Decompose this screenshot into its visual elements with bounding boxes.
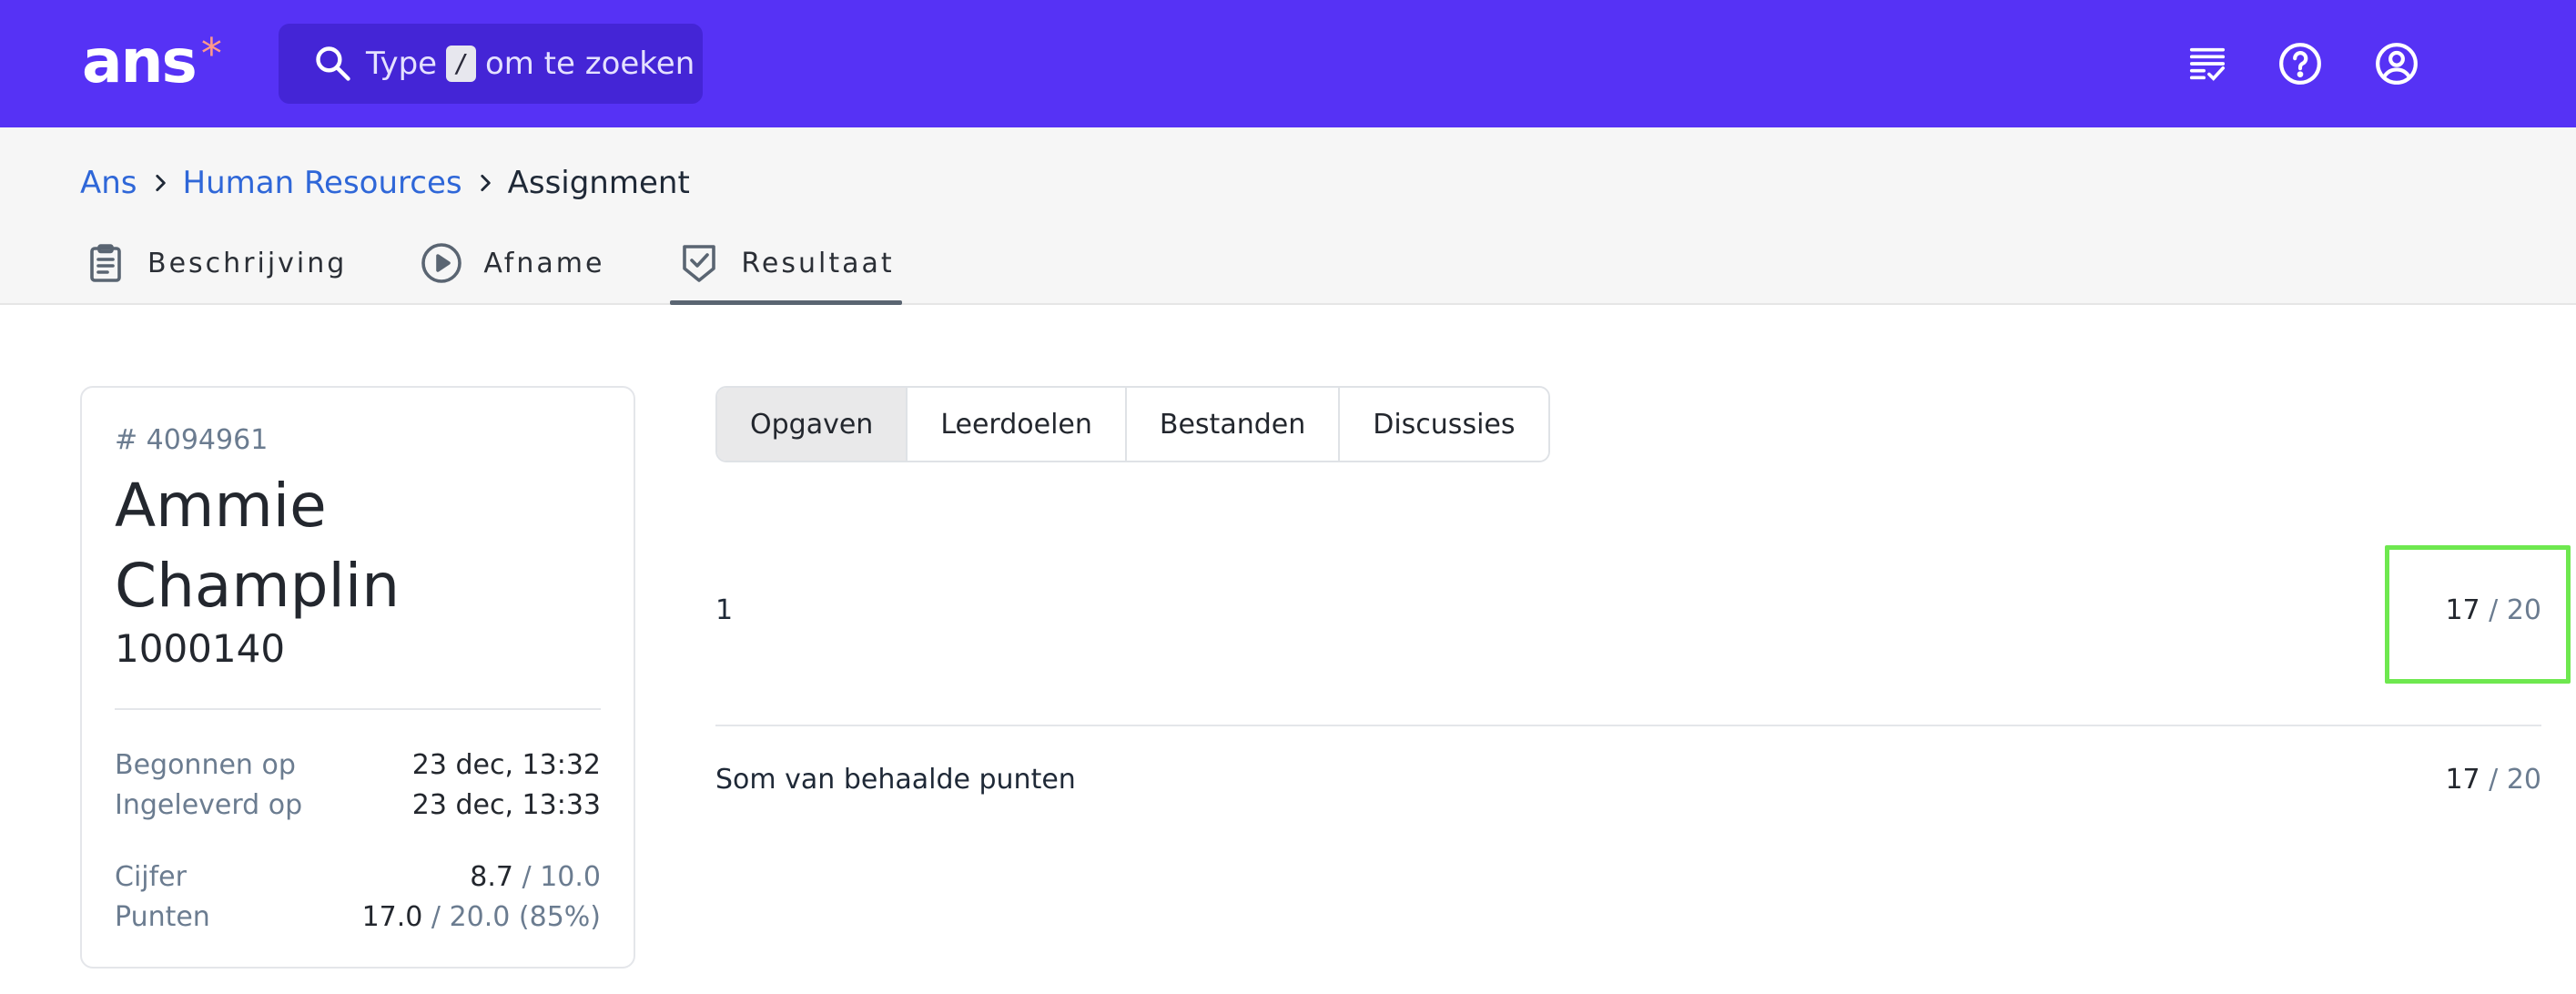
search-placeholder-prefix: Type [366,46,438,82]
submitted-label: Ingeleverd op [115,788,303,821]
tab-afname-label: Afname [483,247,605,279]
student-id: # 4094961 [115,424,269,456]
search-box[interactable]: Type / om te zoeken [279,24,703,104]
points-value: 17.0 [361,900,423,933]
started-row: Begonnen op 23 dec, 13:32 [115,745,601,785]
tab-leerdoelen[interactable]: Leerdoelen [908,388,1127,461]
grade-label: Cijfer [115,860,187,893]
total-label: Som van behaalde punten [715,763,1076,796]
tab-bestanden[interactable]: Bestanden [1126,388,1341,461]
total-score: 17 [2445,763,2480,796]
points-row: Punten 17.0 / 20.0 (85%) [115,897,601,937]
breadcrumb: Ans Human Resources Assignment [80,160,690,206]
card-divider [115,708,601,710]
breadcrumb-human-resources[interactable]: Human Resources [183,165,462,201]
points-label: Punten [115,900,210,933]
assignment-nav: Beschrijving Afname Resultaat [80,235,964,305]
total-score-group: 17 / 20 [2445,764,2541,796]
task-list-icon[interactable] [2180,36,2235,91]
shield-check-icon [683,245,716,282]
results-divider [715,725,2541,726]
tab-resultaat[interactable]: Resultaat [670,235,902,305]
tab-beschrijving[interactable]: Beschrijving [80,235,350,291]
clipboard-icon [90,244,121,282]
top-bar: ans * Type / om te zoeken [0,0,2576,127]
tab-beschrijving-label: Beschrijving [147,247,348,279]
points-value-group: 17.0 / 20.0 (85%) [362,901,601,933]
tab-opgaven[interactable]: Opgaven [717,388,908,461]
submitted-value: 23 dec, 13:33 [411,788,601,821]
student-name: Ammie Champlin [115,471,401,621]
score-highlight [2385,545,2571,684]
total-max: / 20 [2489,763,2541,796]
submitted-row: Ingeleverd op 23 dec, 13:33 [115,785,601,825]
points-max: / 20.0 (85%) [431,900,601,933]
breadcrumb-assignment: Assignment [507,165,690,201]
grade-value: 8.7 [470,860,513,893]
search-placeholder-suffix: om te zoeken [484,46,695,82]
question-number: 1 [715,593,734,626]
ans-logo[interactable]: ans * [82,25,222,98]
student-card: # 4094961 Ammie Champlin 1000140 Begonne… [80,386,635,969]
logo-text: ans [82,26,198,96]
search-icon [316,46,350,81]
grade-value-group: 8.7 / 10.0 [470,861,601,893]
tab-resultaat-label: Resultaat [741,247,895,279]
logo-star: * [200,29,222,78]
tab-afname[interactable]: Afname [416,235,608,291]
started-value: 23 dec, 13:32 [411,748,601,781]
breadcrumb-ans[interactable]: Ans [80,165,137,201]
total-row: Som van behaalde punten 17 / 20 [715,754,2541,805]
grade-max: / 10.0 [522,860,601,893]
account-icon[interactable] [2369,36,2424,91]
help-icon[interactable] [2273,36,2328,91]
play-circle-icon [421,243,462,283]
question-row[interactable]: 1 17 / 20 [715,583,2541,637]
chevron-right-icon [462,160,508,206]
student-number: 1000140 [115,626,286,671]
started-label: Begonnen op [115,748,296,781]
tab-discussies[interactable]: Discussies [1340,388,1548,461]
grade-row: Cijfer 8.7 / 10.0 [115,857,601,897]
chevron-right-icon [137,160,183,206]
result-tabs: Opgaven Leerdoelen Bestanden Discussies [715,386,1550,462]
search-shortcut-key: / [446,46,476,82]
